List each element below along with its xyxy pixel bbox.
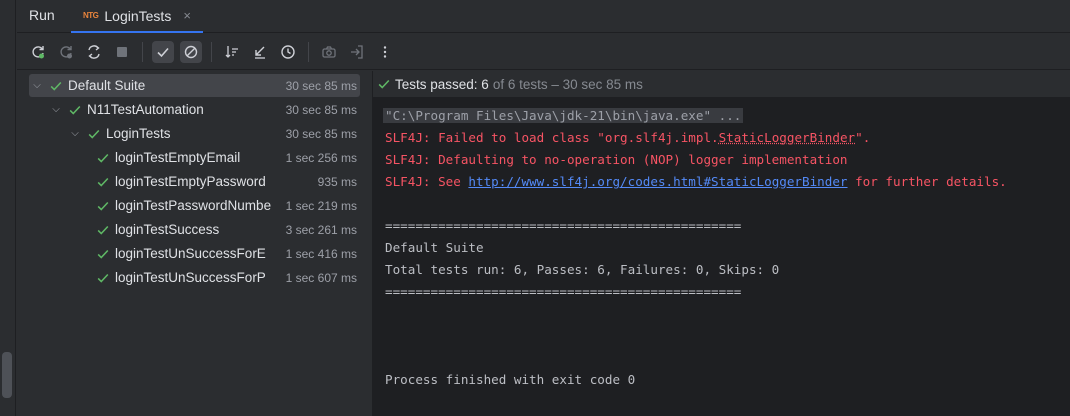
duration: 30 sec 85 ms	[285, 102, 357, 117]
duration: 3 sec 261 ms	[285, 222, 357, 237]
history-icon[interactable]	[277, 41, 299, 63]
tests-passed-label: Tests passed: 6	[395, 76, 489, 92]
sort-icon[interactable]	[221, 41, 243, 63]
more-icon[interactable]	[374, 41, 396, 63]
rerun-icon[interactable]	[27, 41, 49, 63]
separator-line: ========================================…	[385, 284, 742, 299]
tree-node-label: Default Suite	[68, 78, 146, 93]
command-line[interactable]: "C:\Program Files\Java\jdk-21\bin\java.e…	[383, 108, 744, 123]
docs-link[interactable]: http://www.slf4j.org/codes.html#StaticLo…	[468, 174, 847, 189]
error-line: SLF4J: See http://www.slf4j.org/codes.ht…	[385, 171, 1007, 193]
tree-node-label: N11TestAutomation	[87, 102, 204, 117]
check-icon	[50, 81, 62, 91]
duration: 1 sec 607 ms	[285, 270, 357, 285]
screenshot-icon[interactable]	[318, 41, 340, 63]
error-class-ref[interactable]: StaticLoggerBinder	[719, 130, 855, 145]
toolbar-separator	[308, 41, 309, 62]
console-panel: Tests passed: 6 of 6 tests – 30 sec 85 m…	[373, 71, 1070, 416]
error-text: ".	[855, 130, 871, 145]
tree-node-label: loginTestEmptyEmail	[115, 150, 241, 165]
suite-name-line: Default Suite	[385, 240, 484, 255]
tree-node-test[interactable]: loginTestSuccess 3 sec 261 ms	[29, 218, 360, 241]
toolbar-separator	[211, 41, 212, 62]
check-icon	[97, 249, 109, 259]
show-ignored-icon[interactable]	[180, 40, 202, 63]
tree-node-label: loginTestPasswordNumbe	[115, 198, 272, 213]
test-results-tree: ⌵ Default Suite 30 sec 85 ms ⌵ N11TestAu…	[17, 71, 372, 416]
collapse-icon[interactable]	[249, 41, 271, 63]
duration: 935 ms	[317, 174, 357, 189]
tree-node-package[interactable]: ⌵ N11TestAutomation 30 sec 85 ms	[29, 98, 360, 121]
tree-node-label: LoginTests	[106, 126, 171, 141]
error-text: SLF4J: Failed to load class "org.slf4j.i…	[385, 130, 719, 145]
tree-node-class[interactable]: ⌵ LoginTests 30 sec 85 ms	[29, 122, 360, 145]
tree-node-label: loginTestEmptyPassword	[115, 174, 266, 189]
stop-icon[interactable]	[111, 41, 133, 63]
tree-node-suite[interactable]: ⌵ Default Suite 30 sec 85 ms	[29, 74, 360, 97]
tree-node-test[interactable]: loginTestUnSuccessForP 1 sec 607 ms	[29, 266, 360, 289]
duration: 1 sec 416 ms	[285, 246, 357, 261]
tree-node-test[interactable]: loginTestEmptyEmail 1 sec 256 ms	[29, 146, 360, 169]
tests-summary-label: of 6 tests – 30 sec 85 ms	[492, 76, 643, 92]
error-line: SLF4J: Failed to load class "org.slf4j.i…	[385, 127, 1007, 149]
toggle-auto-test-icon[interactable]	[83, 41, 105, 63]
exit-code-line: Process finished with exit code 0	[385, 372, 636, 387]
run-tool-window-header: Run NTG LoginTests ×	[17, 0, 1070, 33]
tab-login-tests[interactable]: NTG LoginTests ×	[71, 0, 203, 33]
totals-line: Total tests run: 6, Passes: 6, Failures:…	[385, 262, 780, 277]
tree-node-label: loginTestSuccess	[115, 222, 220, 237]
duration: 1 sec 256 ms	[285, 150, 357, 165]
run-title: Run	[29, 7, 55, 23]
chevron-down-icon[interactable]: ⌵	[31, 80, 43, 91]
separator-line: ========================================…	[385, 218, 742, 233]
duration: 1 sec 219 ms	[285, 198, 357, 213]
check-icon	[97, 201, 109, 211]
tree-node-test[interactable]: loginTestUnSuccessForE 1 sec 416 ms	[29, 242, 360, 265]
scrollbar-thumb[interactable]	[2, 352, 12, 398]
check-icon	[97, 225, 109, 235]
duration: 30 sec 85 ms	[285, 126, 357, 141]
testng-icon: NTG	[83, 11, 99, 20]
export-icon[interactable]	[346, 41, 368, 63]
tree-node-label: loginTestUnSuccessForE	[115, 246, 266, 261]
chevron-down-icon[interactable]: ⌵	[69, 128, 81, 139]
check-icon	[69, 105, 81, 115]
error-line: SLF4J: Defaulting to no-operation (NOP) …	[385, 152, 848, 167]
check-icon	[97, 273, 109, 283]
check-icon	[88, 129, 100, 139]
error-text: for further details.	[847, 174, 1007, 189]
test-status-bar: Tests passed: 6 of 6 tests – 30 sec 85 m…	[373, 71, 1070, 98]
check-icon	[97, 177, 109, 187]
check-icon	[378, 79, 390, 89]
tree-node-label: loginTestUnSuccessForP	[115, 270, 266, 285]
show-passed-icon[interactable]	[152, 40, 174, 63]
left-tool-strip	[0, 0, 16, 416]
error-text: SLF4J: See	[385, 174, 469, 189]
chevron-down-icon[interactable]: ⌵	[50, 104, 62, 115]
run-toolbar	[17, 34, 1070, 70]
check-icon	[97, 153, 109, 163]
tab-title: LoginTests	[104, 7, 172, 24]
duration: 30 sec 85 ms	[283, 78, 357, 93]
toolbar-separator	[142, 41, 143, 62]
close-icon[interactable]: ×	[183, 8, 191, 23]
rerun-failed-icon[interactable]	[55, 41, 77, 63]
tree-node-test[interactable]: loginTestPasswordNumbe 1 sec 219 ms	[29, 194, 360, 217]
console-output[interactable]: "C:\Program Files\Java\jdk-21\bin\java.e…	[383, 105, 1007, 391]
tree-node-test[interactable]: loginTestEmptyPassword 935 ms	[29, 170, 360, 193]
